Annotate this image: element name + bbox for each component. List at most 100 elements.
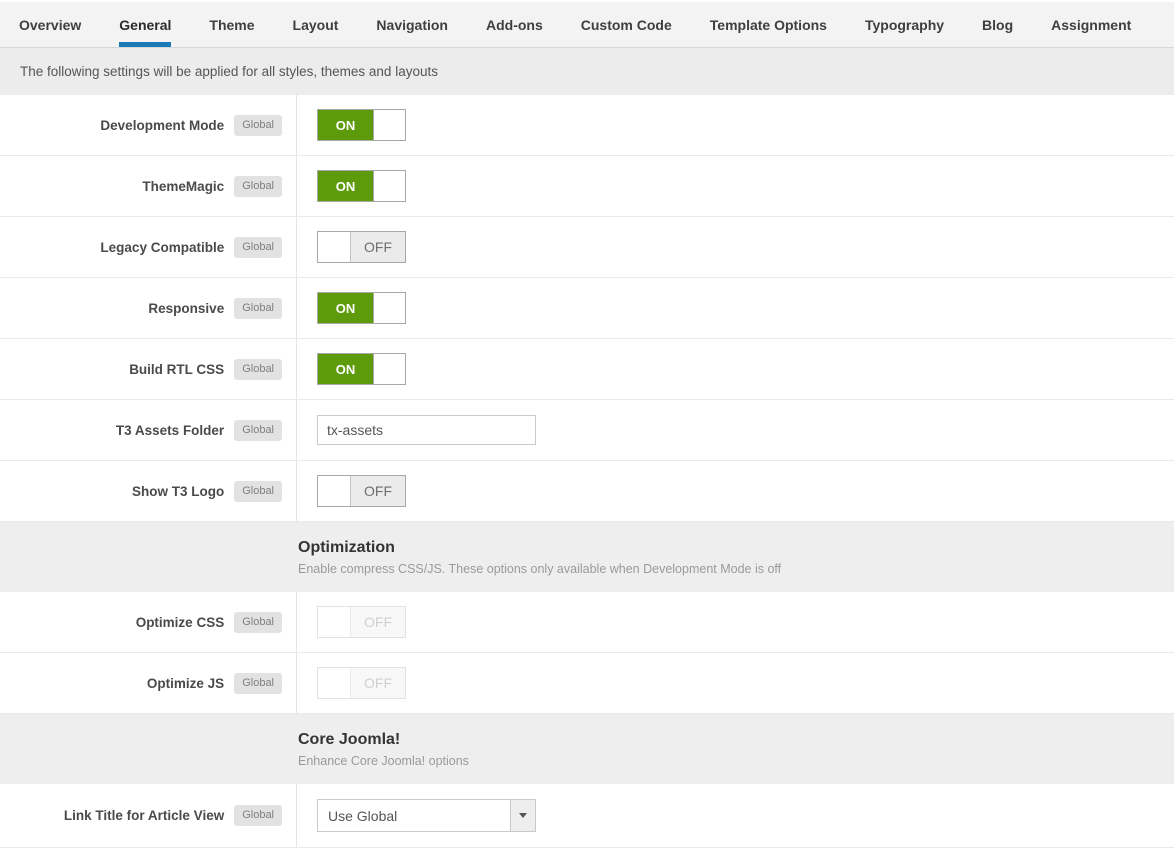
select-value: Use Global (328, 807, 398, 824)
tab-custom-code[interactable]: Custom Code (562, 2, 691, 47)
optimize-js-toggle: OFF (317, 667, 406, 699)
responsive-toggle[interactable]: ON (317, 292, 406, 324)
global-badge: Global (234, 114, 282, 136)
development-mode-toggle[interactable]: ON (317, 109, 406, 141)
row-optimize-js: Optimize JS Global OFF (0, 653, 1174, 714)
tab-theme[interactable]: Theme (190, 2, 273, 47)
toggle-on-segment: ON (318, 293, 373, 323)
field-label: Optimize CSS (135, 614, 225, 630)
global-badge: Global (234, 175, 282, 197)
toggle-on-segment: ON (318, 110, 373, 140)
field-label-cell: Development Mode Global (0, 95, 297, 155)
row-show-t3-logo: Show T3 Logo Global OFF (0, 461, 1174, 522)
field-control-cell: ON (297, 95, 1174, 155)
field-control-cell: OFF (297, 592, 1174, 652)
toggle-on-segment: ON (318, 354, 373, 384)
field-label-cell: Build RTL CSS Global (0, 339, 297, 399)
tab-overview[interactable]: Overview (0, 2, 100, 47)
field-label: Development Mode (100, 117, 225, 133)
settings-panel: Development Mode Global ON ThemeMagic Gl… (0, 95, 1174, 848)
field-label-cell: Link Title for Article View Global (0, 784, 297, 847)
toggle-handle (373, 293, 405, 323)
toggle-off-segment: OFF (350, 232, 405, 262)
field-control-cell: Use Global (297, 784, 1174, 847)
tab-navigation[interactable]: Navigation (357, 2, 467, 47)
toggle-off-segment: OFF (350, 668, 405, 698)
field-control-cell: OFF (297, 461, 1174, 521)
field-label: Link Title for Article View (63, 808, 225, 823)
row-thememagic: ThemeMagic Global ON (0, 156, 1174, 217)
field-control-cell: ON (297, 339, 1174, 399)
toggle-off-segment: OFF (350, 607, 405, 637)
notice-bar: The following settings will be applied f… (0, 48, 1174, 95)
show-t3-logo-toggle[interactable]: OFF (317, 475, 406, 507)
global-badge: Global (234, 297, 282, 319)
toggle-off-segment: OFF (350, 476, 405, 506)
toggle-handle (373, 171, 405, 201)
row-legacy-compatible: Legacy Compatible Global OFF (0, 217, 1174, 278)
tab-typography[interactable]: Typography (846, 2, 963, 47)
section-title: Core Joomla! (298, 730, 401, 748)
toggle-handle (318, 668, 350, 698)
optimize-css-toggle: OFF (317, 606, 406, 638)
field-label: T3 Assets Folder (115, 422, 225, 438)
section-core-joomla: Core Joomla! Enhance Core Joomla! option… (0, 714, 1174, 784)
tab-general[interactable]: General (100, 2, 190, 47)
row-build-rtl-css: Build RTL CSS Global ON (0, 339, 1174, 400)
link-title-select[interactable]: Use Global (317, 799, 536, 832)
global-badge: Global (234, 672, 282, 694)
section-title: Optimization (298, 538, 395, 556)
toggle-handle (318, 232, 350, 262)
field-control-cell: OFF (297, 653, 1174, 713)
section-description: Enable compress CSS/JS. These options on… (298, 561, 782, 576)
toggle-on-segment: ON (318, 171, 373, 201)
field-label-cell: Optimize CSS Global (0, 592, 297, 652)
global-badge: Global (234, 419, 282, 441)
field-label: Legacy Compatible (100, 239, 225, 255)
tab-bar: Overview General Theme Layout Navigation… (0, 0, 1174, 48)
field-label-cell: Responsive Global (0, 278, 297, 338)
field-label: Build RTL CSS (129, 361, 225, 377)
tab-blog[interactable]: Blog (963, 2, 1032, 47)
build-rtl-css-toggle[interactable]: ON (317, 353, 406, 385)
row-responsive: Responsive Global ON (0, 278, 1174, 339)
global-badge: Global (234, 805, 282, 826)
field-control-cell: ON (297, 156, 1174, 216)
chevron-down-icon (519, 813, 527, 818)
field-label: Show T3 Logo (131, 483, 225, 499)
t3-assets-folder-input[interactable] (317, 415, 536, 445)
tab-assignment[interactable]: Assignment (1032, 2, 1150, 47)
toggle-handle (373, 110, 405, 140)
global-badge: Global (234, 611, 282, 633)
notice-text: The following settings will be applied f… (20, 64, 438, 79)
field-label-cell: Show T3 Logo Global (0, 461, 297, 521)
tab-layout[interactable]: Layout (274, 2, 358, 47)
toggle-handle (373, 354, 405, 384)
toggle-handle (318, 607, 350, 637)
row-t3-assets-folder: T3 Assets Folder Global (0, 400, 1174, 461)
field-label: Responsive (148, 300, 225, 316)
thememagic-toggle[interactable]: ON (317, 170, 406, 202)
row-link-title-article-view: Link Title for Article View Global Use G… (0, 784, 1174, 848)
field-label-cell: Legacy Compatible Global (0, 217, 297, 277)
section-description: Enhance Core Joomla! options (298, 753, 469, 768)
field-label: ThemeMagic (142, 178, 225, 194)
row-development-mode: Development Mode Global ON (0, 95, 1174, 156)
legacy-compatible-toggle[interactable]: OFF (317, 231, 406, 263)
tab-add-ons[interactable]: Add-ons (467, 2, 562, 47)
row-optimize-css: Optimize CSS Global OFF (0, 592, 1174, 653)
field-label-cell: Optimize JS Global (0, 653, 297, 713)
field-label-cell: T3 Assets Folder Global (0, 400, 297, 460)
field-control-cell: ON (297, 278, 1174, 338)
global-badge: Global (234, 358, 282, 380)
section-optimization: Optimization Enable compress CSS/JS. The… (0, 522, 1174, 592)
tab-template-options[interactable]: Template Options (691, 2, 846, 47)
toggle-handle (318, 476, 350, 506)
global-badge: Global (234, 480, 282, 502)
field-label-cell: ThemeMagic Global (0, 156, 297, 216)
field-control-cell: OFF (297, 217, 1174, 277)
field-control-cell (297, 400, 1174, 460)
global-badge: Global (234, 236, 282, 258)
select-dropdown-button[interactable] (510, 800, 535, 831)
field-label: Optimize JS (146, 675, 225, 691)
